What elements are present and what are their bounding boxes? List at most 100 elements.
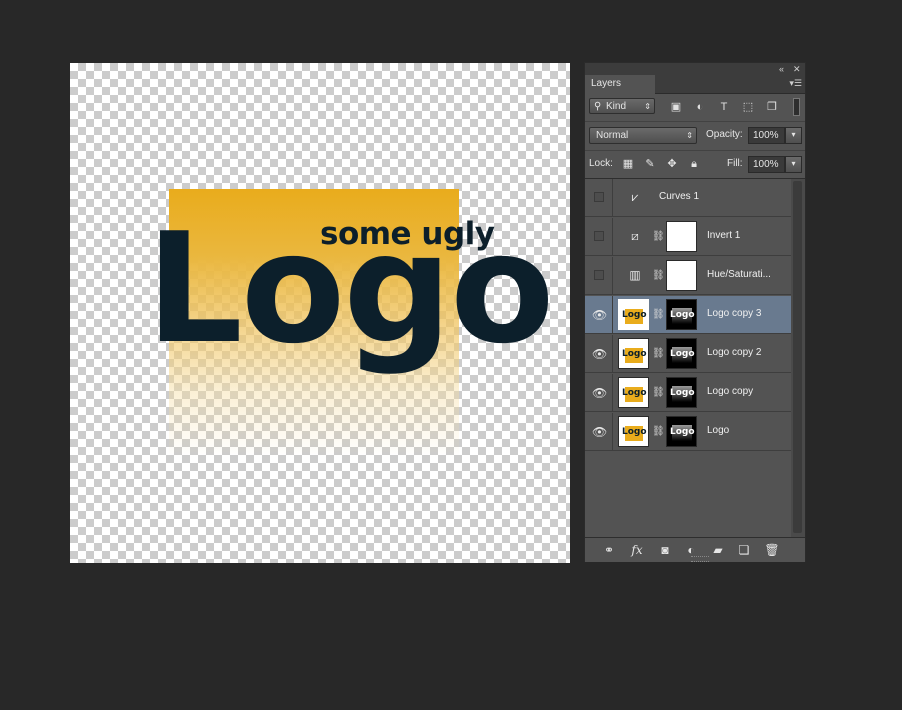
tab-layers[interactable]: Layers [585, 75, 655, 94]
adjustment-filter-icon[interactable]: ◐ [693, 100, 707, 114]
shape-filter-icon[interactable]: ⬚ [741, 100, 755, 114]
double-chevron-icon[interactable]: « [779, 63, 784, 75]
fill-dropdown-button[interactable]: ▾ [785, 156, 802, 173]
kind-filter-label: Kind [606, 101, 627, 112]
layer-row-invert-1[interactable]: ⧄ ⛓︎ Invert 1 [585, 218, 791, 256]
visibility-toggle[interactable]: 👁︎ [585, 413, 613, 451]
type-filter-icon[interactable]: T [717, 100, 731, 114]
layer-row-logo[interactable]: 👁︎ Logo ⛓︎ Logo Logo [585, 413, 791, 451]
fill-label: Fill: [727, 158, 743, 169]
lock-transparency-icon[interactable]: ▦ [621, 157, 635, 171]
visibility-toggle[interactable]: 👁︎ [585, 374, 613, 412]
layer-row-logo-copy-2[interactable]: 👁︎ Logo ⛓︎ Logo Logo copy 2 [585, 335, 791, 373]
opacity-label: Opacity: [706, 129, 743, 140]
lock-row: Lock: ▦ ✎ ✥ 🔒︎ Fill: 100% ▾ [585, 151, 805, 179]
thumb-logo-text: Logo [622, 388, 647, 398]
fill-field[interactable]: 100% [748, 156, 785, 173]
layer-name: Logo copy 2 [707, 347, 762, 358]
close-panel-button[interactable]: ✕ [793, 63, 801, 75]
thumb-logo-text: Logo [622, 310, 647, 320]
document-canvas[interactable]: some ugly Logo [70, 63, 570, 563]
thumb-mask-text: Logo [670, 388, 695, 398]
fx-layer-style-icon[interactable]: fx [629, 542, 645, 558]
lock-image-brush-icon[interactable]: ✎ [643, 157, 657, 171]
scrollbar-thumb[interactable] [793, 181, 802, 533]
thumb-mask-text: Logo [670, 310, 695, 320]
eye-icon: 👁︎ [592, 308, 608, 322]
thumb-mask-text: Logo [670, 349, 695, 359]
visibility-off-box [594, 231, 604, 241]
panel-tabbar: Layers ▾☰ [585, 75, 805, 94]
visibility-off-box [594, 192, 604, 202]
add-mask-icon[interactable]: ◙ [657, 542, 673, 558]
thumb-mask-text: Logo [670, 427, 695, 437]
visibility-toggle[interactable]: 👁︎ [585, 335, 613, 373]
curves-icon: ⩗ [631, 190, 639, 204]
kind-filter-select[interactable]: ⚲ Kind ⇕ [589, 98, 655, 114]
visibility-off-box [594, 270, 604, 280]
updown-arrow-icon: ⇕ [644, 102, 651, 111]
layer-mask-thumbnail[interactable]: Logo [666, 416, 697, 447]
visibility-toggle[interactable] [585, 257, 613, 295]
layer-row-logo-copy[interactable]: 👁︎ Logo ⛓︎ Logo Logo copy [585, 374, 791, 412]
trash-icon[interactable]: 🗑︎ [764, 542, 780, 558]
visibility-toggle[interactable] [585, 218, 613, 256]
lock-position-move-icon[interactable]: ✥ [665, 157, 679, 171]
blend-mode-select[interactable]: Normal ⇕ [589, 127, 697, 144]
layer-mask-thumbnail[interactable]: Logo [666, 338, 697, 369]
link-chain-icon: ⛓︎ [652, 231, 665, 242]
layer-name: Invert 1 [707, 230, 741, 241]
layers-panel: « ✕ Layers ▾☰ ⚲ Kind ⇕ ▣ ◐ T ⬚ ❐ Normal … [584, 62, 806, 562]
updown-arrow-icon: ⇕ [686, 131, 693, 140]
layer-list-scrollbar[interactable] [791, 179, 805, 537]
lock-all-icon[interactable]: 🔒︎ [687, 157, 701, 171]
logo-word-text: Logo [146, 200, 555, 377]
layer-mask-thumbnail[interactable] [666, 221, 697, 252]
layer-row-curves-1[interactable]: ⩗ Curves 1 [585, 179, 791, 217]
hue-saturation-icon: ▥ [629, 268, 641, 282]
blend-row: Normal ⇕ Opacity: 100% ▾ [585, 122, 805, 151]
layer-name: Curves 1 [659, 191, 700, 202]
panel-bottom-bar: ⚭ fx ◙ ◐ ▰ ❏ 🗑︎ [585, 537, 805, 562]
layer-list: ⩗ Curves 1 ⧄ ⛓︎ Invert 1 ▥ ⛓︎ Hue/Satura… [585, 179, 791, 537]
link-chain-icon: ⛓︎ [652, 426, 665, 437]
visibility-toggle[interactable] [585, 179, 613, 217]
filter-toggle-switch[interactable] [793, 98, 800, 116]
lock-label: Lock: [589, 158, 613, 169]
panel-topbar: « ✕ [585, 63, 805, 75]
new-group-folder-icon[interactable]: ▰ [710, 542, 726, 558]
layer-thumbnail[interactable]: Logo [618, 338, 649, 369]
link-chain-icon: ⛓︎ [652, 387, 665, 398]
invert-icon: ⧄ [631, 229, 639, 243]
link-chain-icon: ⛓︎ [652, 348, 665, 359]
visibility-toggle[interactable]: 👁︎ [585, 296, 613, 334]
eye-icon: 👁︎ [592, 386, 608, 400]
layer-row-hue-saturation[interactable]: ▥ ⛓︎ Hue/Saturati... [585, 257, 791, 295]
eye-icon: 👁︎ [592, 425, 608, 439]
layer-name: Logo copy [707, 386, 754, 397]
layer-thumbnail[interactable]: Logo [618, 377, 649, 408]
layer-name: Logo [707, 425, 730, 436]
smart-object-filter-icon[interactable]: ❐ [765, 100, 779, 114]
layer-mask-thumbnail[interactable]: Logo [666, 377, 697, 408]
layer-mask-thumbnail[interactable]: Logo [666, 299, 697, 330]
blend-mode-value: Normal [596, 130, 629, 141]
panel-menu-icon[interactable]: ▾☰ [789, 78, 802, 89]
opacity-field[interactable]: 100% [748, 127, 785, 144]
layer-mask-thumbnail[interactable] [666, 260, 697, 291]
resize-grip[interactable] [691, 556, 709, 562]
thumb-logo-text: Logo [622, 349, 647, 359]
layer-name: Hue/Saturati... [707, 269, 771, 280]
layer-row-logo-copy-3[interactable]: 👁︎ Logo ⛓︎ Logo Logo copy 3 [585, 296, 791, 334]
thumb-logo-text: Logo [622, 427, 647, 437]
link-layers-icon[interactable]: ⚭ [601, 542, 617, 558]
link-chain-icon: ⛓︎ [652, 270, 665, 281]
image-filter-icon[interactable]: ▣ [669, 100, 683, 114]
opacity-dropdown-button[interactable]: ▾ [785, 127, 802, 144]
layer-thumbnail[interactable]: Logo [618, 299, 649, 330]
eye-icon: 👁︎ [592, 347, 608, 361]
layer-thumbnail[interactable]: Logo [618, 416, 649, 447]
new-layer-icon[interactable]: ❏ [736, 542, 752, 558]
search-icon: ⚲ [594, 101, 602, 112]
filter-row: ⚲ Kind ⇕ ▣ ◐ T ⬚ ❐ [585, 94, 805, 122]
